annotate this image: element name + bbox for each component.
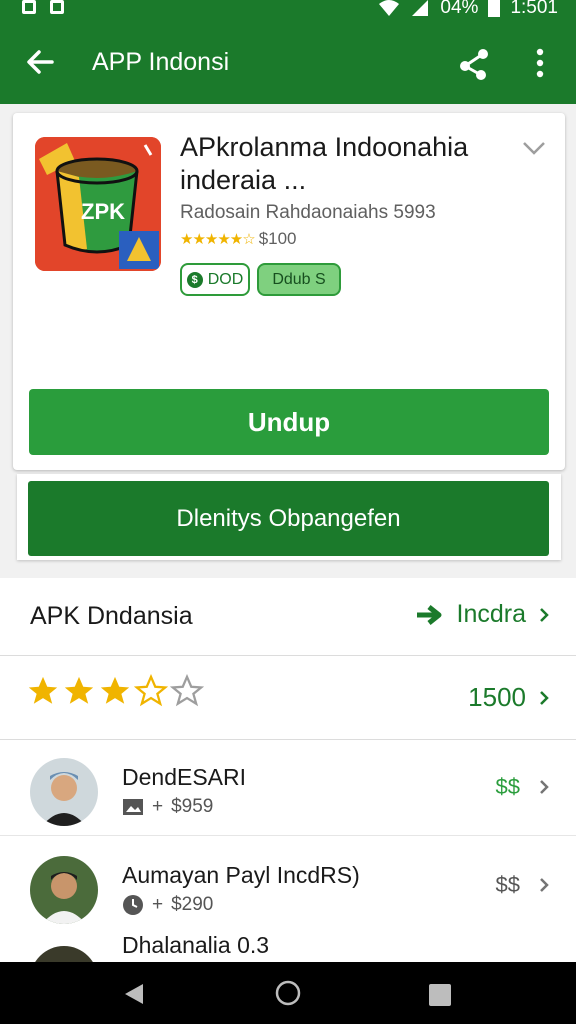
person-meta: + $290: [122, 894, 213, 916]
list-item-person[interactable]: DendESARI + $959 $$: [0, 740, 576, 836]
battery-icon: [488, 0, 501, 17]
list-header-link-label: Incdra: [456, 600, 526, 628]
back-arrow-icon[interactable]: [24, 46, 56, 78]
more-vert-icon[interactable]: [530, 48, 550, 78]
install-button[interactable]: Undup: [29, 389, 549, 455]
app-title: APkrolanma Indoonahia inderaia ...: [180, 131, 520, 197]
list-item-header[interactable]: APK Dndansia Incdra: [0, 578, 576, 656]
star-filled-icon: [28, 676, 58, 704]
person-name: Aumayan Payl IncdRS): [122, 862, 360, 888]
rating-count[interactable]: 1500: [468, 682, 550, 713]
list-header-link[interactable]: Incdra: [415, 600, 550, 629]
app-title-line: inderaia ...: [180, 165, 307, 195]
rating-value: $100: [258, 229, 297, 248]
clock-icon: [123, 895, 143, 915]
app-details-card: ZPK APkrolanma Indoonahia inderaia ... R…: [13, 113, 565, 470]
clock: 1:501: [510, 0, 558, 18]
app-bar: APP Indonsi: [0, 24, 576, 104]
rating-stars-icon: ★★★★★☆: [180, 231, 256, 248]
star-filled-icon: [100, 676, 130, 704]
star-outline-icon: [134, 674, 168, 707]
person-name: Dhalanalia 0.3: [122, 932, 270, 958]
chevron-right-icon: [540, 607, 549, 622]
app-title-line: APkrolanma Indoonahia: [180, 132, 469, 162]
plus-icon: +: [152, 796, 164, 817]
app-icon: ZPK: [35, 137, 161, 271]
arrow-right-icon: [416, 604, 442, 625]
nav-back-icon[interactable]: [123, 982, 145, 1006]
dollar-icon: $: [186, 271, 203, 288]
person-meta-value: $959: [171, 796, 214, 817]
person-right-value: $$: [495, 872, 520, 897]
image-icon: [123, 799, 143, 815]
rating-count-value: 1500: [468, 682, 526, 712]
star-outline-icon: [170, 674, 204, 707]
status-bar: 04% 1:501: [0, 0, 576, 24]
system-nav-bar: [0, 962, 576, 1024]
details-list: APK Dndansia Incdra 1500 DendESARI + $95…: [0, 578, 576, 1014]
app-rating: ★★★★★☆ $100: [180, 229, 297, 249]
list-header-label: APK Dndansia: [30, 602, 193, 630]
wifi-icon: [379, 0, 400, 16]
svg-text:ZPK: ZPK: [81, 199, 125, 224]
battery-percent: 04%: [440, 0, 479, 18]
developer-name[interactable]: Radosain Rahdaonaiahs 5993: [180, 202, 436, 224]
avatar: [30, 856, 98, 924]
badge-left[interactable]: $ DOD: [180, 263, 250, 296]
person-right: $$: [496, 872, 550, 898]
badge-left-label: DOD: [207, 270, 244, 288]
avatar: [30, 758, 98, 826]
nav-home-icon[interactable]: [275, 980, 301, 1006]
signal-icon: [412, 0, 429, 16]
chevron-right-icon: [540, 878, 549, 892]
share-icon[interactable]: [456, 46, 492, 82]
person-name: DendESARI: [122, 764, 247, 790]
plus-icon: +: [152, 894, 164, 915]
nav-recents-icon[interactable]: [429, 984, 451, 1006]
notification-icon: [22, 0, 36, 14]
secondary-action-button[interactable]: Dlenitys Obpangefen: [28, 481, 549, 556]
person-meta: + $959: [122, 796, 213, 818]
person-right: $$: [496, 774, 550, 800]
chevron-right-icon: [540, 690, 549, 705]
list-item-person[interactable]: Aumayan Payl IncdRS) + $290 $$: [0, 838, 576, 934]
chevron-down-icon[interactable]: [521, 139, 547, 157]
rating-stars: [26, 674, 204, 708]
secondary-card: Dlenitys Obpangefen: [17, 474, 561, 560]
badge-right-label: Ddub S: [272, 270, 326, 288]
notification-icon: [50, 0, 64, 14]
chevron-right-icon: [540, 780, 549, 794]
badge-right[interactable]: Ddub S: [257, 263, 341, 296]
person-right-value: $$: [495, 774, 520, 799]
star-filled-icon: [64, 676, 94, 704]
person-meta-value: $290: [171, 894, 214, 915]
list-item-rating[interactable]: 1500: [0, 656, 576, 740]
app-bar-title: APP Indonsi: [92, 48, 230, 76]
